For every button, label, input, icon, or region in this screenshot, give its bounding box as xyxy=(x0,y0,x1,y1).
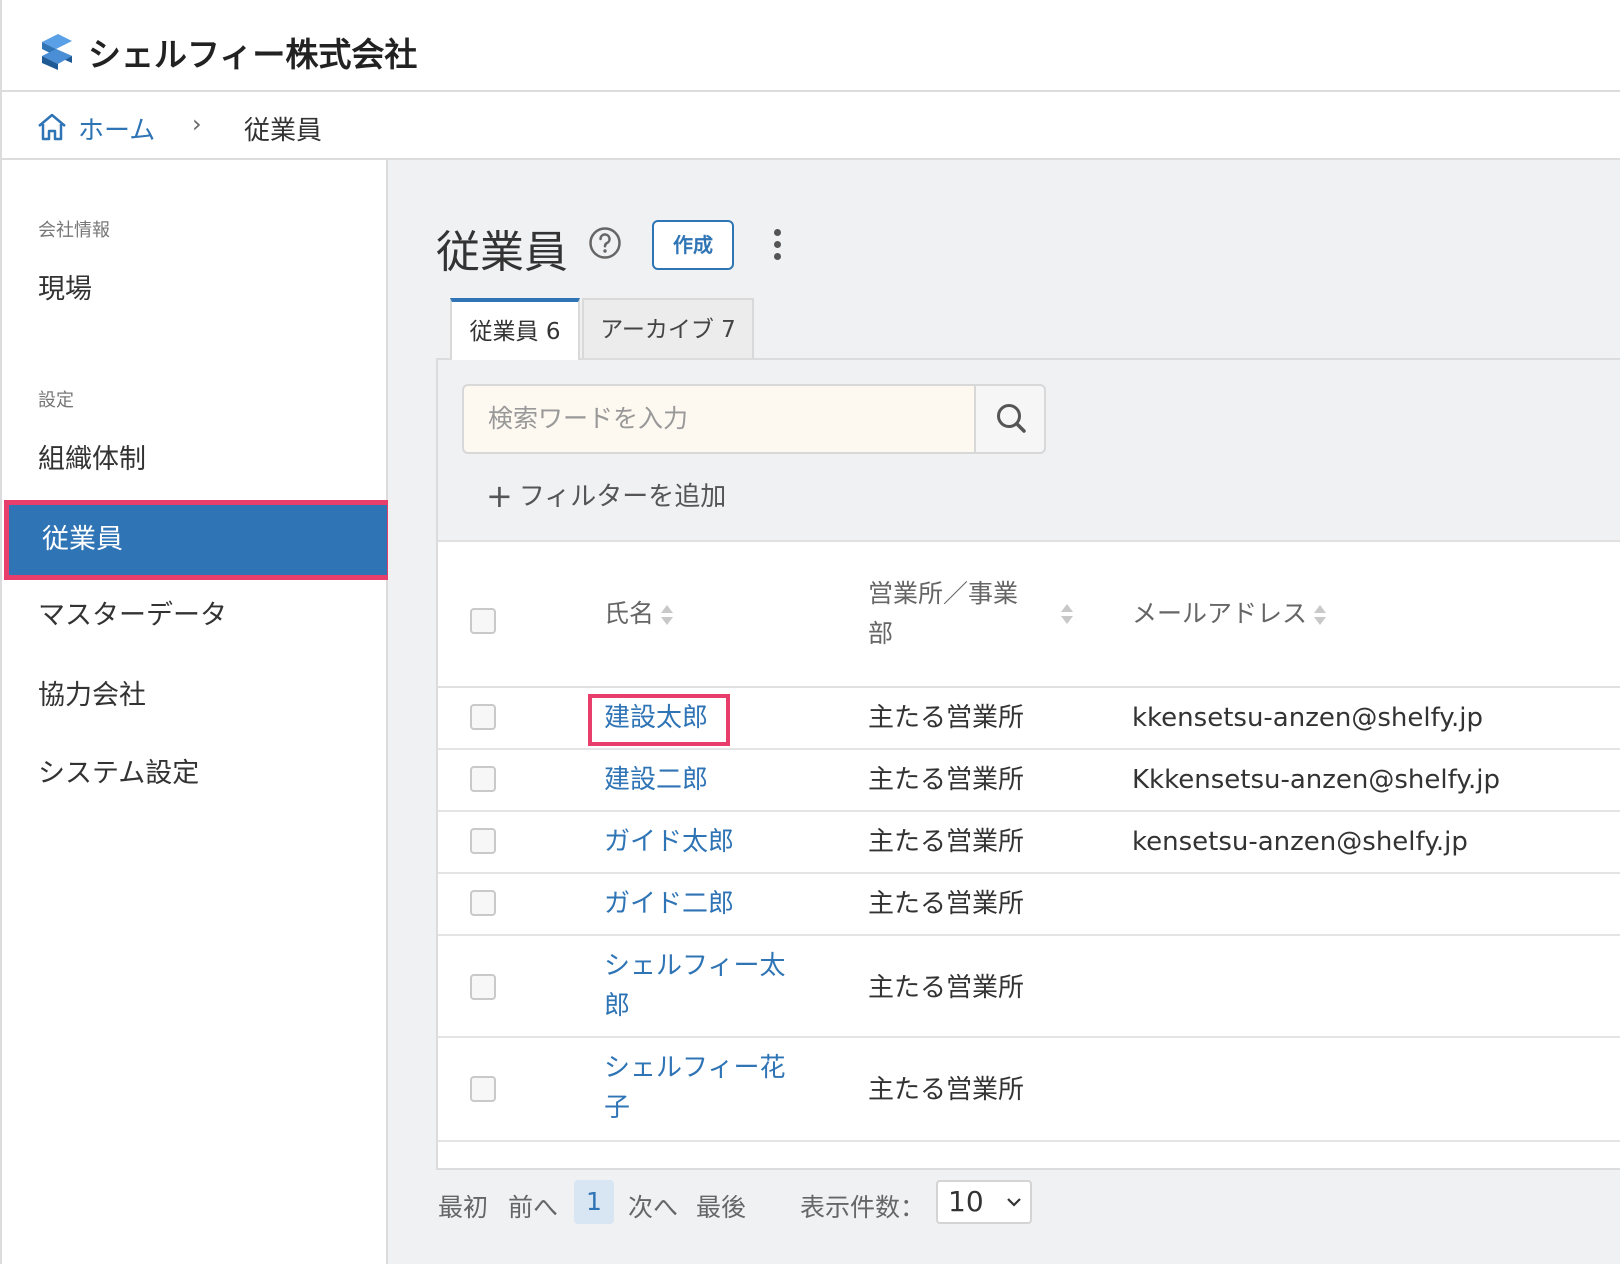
row-checkbox[interactable] xyxy=(470,890,496,916)
breadcrumb-current: 従業員 xyxy=(244,116,323,146)
column-header-name-label: 氏名 xyxy=(604,599,655,628)
employee-office: 主たる営業所 xyxy=(868,973,1025,1003)
sidebar-section-settings: 設定 xyxy=(38,390,74,411)
sidebar-item-employees[interactable]: 従業員 xyxy=(4,500,392,580)
home-icon[interactable] xyxy=(36,112,68,142)
sort-icon xyxy=(1314,605,1327,625)
employee-name-line1: シェルフィー花 xyxy=(604,1053,786,1083)
table-row[interactable]: 建設二郎 主たる営業所 Kkkensetsu-anzen@shelfy.jp xyxy=(438,750,1620,812)
employee-email: kensetsu-anzen@shelfy.jp xyxy=(1132,827,1468,857)
pager-first[interactable]: 最初 xyxy=(438,1188,488,1224)
table-row[interactable]: ガイド太郎 主たる営業所 kensetsu-anzen@shelfy.jp xyxy=(438,812,1620,874)
table-row[interactable]: シェルフィー花 子 主たる営業所 xyxy=(438,1038,1620,1142)
tab-archive[interactable]: アーカイブ 7 xyxy=(582,298,754,358)
employee-name-line2: 郎 xyxy=(604,991,631,1021)
pager-prev[interactable]: 前へ xyxy=(508,1188,558,1224)
row-checkbox[interactable] xyxy=(470,704,496,730)
column-header-office[interactable]: 営業所／事業 部 xyxy=(868,574,1018,654)
add-filter-label: フィルターを追加 xyxy=(518,482,727,512)
sidebar-item-partners[interactable]: 協力会社 xyxy=(2,658,388,734)
employee-name-link[interactable]: ガイド太郎 xyxy=(604,822,734,862)
employee-name-line2: 子 xyxy=(604,1093,631,1123)
column-header-email-label: メールアドレス xyxy=(1132,599,1308,628)
employee-name-link[interactable]: 建設太郎 xyxy=(604,698,708,738)
breadcrumb: ホーム › 従業員 xyxy=(0,92,1620,160)
employee-email: kkensetsu-anzen@shelfy.jp xyxy=(1132,703,1483,733)
row-checkbox[interactable] xyxy=(470,974,496,1000)
employee-name-link[interactable]: 建設二郎 xyxy=(604,760,708,800)
more-options-icon[interactable] xyxy=(772,226,782,266)
employee-office: 主たる営業所 xyxy=(868,1075,1025,1105)
per-page-label: 表示件数： xyxy=(800,1193,926,1222)
employee-name-link[interactable]: シェルフィー花 子 xyxy=(604,1048,785,1128)
breadcrumb-home-link[interactable]: ホーム xyxy=(78,110,155,147)
add-filter-button[interactable]: + フィルターを追加 xyxy=(486,476,726,515)
sidebar-item-organization[interactable]: 組織体制 xyxy=(2,422,388,498)
breadcrumb-separator: › xyxy=(192,110,202,138)
sidebar: 会社情報 現場 設定 組織体制 従業員 マスターデータ 協力会社 システム設定 xyxy=(0,160,392,1264)
search-icon xyxy=(997,404,1026,433)
app-header: シェルフィー株式会社 xyxy=(0,0,1620,92)
pager-last[interactable]: 最後 xyxy=(696,1188,746,1224)
employee-office: 主たる営業所 xyxy=(868,765,1025,795)
table-header: 氏名 営業所／事業 部 メールアドレス xyxy=(438,542,1620,688)
employee-name-link[interactable]: シェルフィー太 郎 xyxy=(604,946,785,1026)
per-page-select[interactable]: 10 xyxy=(936,1180,1032,1224)
table-row[interactable]: シェルフィー太 郎 主たる営業所 xyxy=(438,936,1620,1038)
sidebar-item-system-settings[interactable]: システム設定 xyxy=(2,736,388,812)
pager-current-page[interactable]: 1 xyxy=(574,1180,614,1224)
sort-icon[interactable] xyxy=(1060,602,1074,626)
page-title: 従業員 xyxy=(436,227,568,278)
search-button[interactable] xyxy=(974,384,1046,454)
pagination: 最初 前へ 1 次へ 最後 表示件数： 10 xyxy=(438,1180,1138,1226)
row-checkbox[interactable] xyxy=(470,1076,496,1102)
create-button[interactable]: 作成 xyxy=(652,220,734,270)
employee-name-link[interactable]: ガイド二郎 xyxy=(604,884,734,924)
help-icon[interactable] xyxy=(588,226,622,260)
chevron-down-icon xyxy=(1007,1198,1021,1207)
per-page-value: 10 xyxy=(948,1185,984,1218)
row-checkbox[interactable] xyxy=(470,828,496,854)
select-all-checkbox[interactable] xyxy=(470,608,496,634)
employee-office: 主たる営業所 xyxy=(868,889,1025,919)
sort-icon xyxy=(661,605,674,625)
column-header-office-line1: 営業所／事業 xyxy=(868,579,1019,608)
table-row[interactable]: ガイド二郎 主たる営業所 xyxy=(438,874,1620,936)
search-input[interactable]: 検索ワードを入力 xyxy=(462,384,974,454)
column-header-name[interactable]: 氏名 xyxy=(604,594,674,634)
employee-email: Kkkensetsu-anzen@shelfy.jp xyxy=(1132,765,1500,795)
column-header-email[interactable]: メールアドレス xyxy=(1132,594,1327,634)
column-header-office-line2: 部 xyxy=(868,619,894,648)
sidebar-item-master-data[interactable]: マスターデータ xyxy=(2,578,388,654)
company-name: シェルフィー株式会社 xyxy=(88,35,418,74)
row-checkbox[interactable] xyxy=(470,766,496,792)
employee-name-line1: シェルフィー太 xyxy=(604,951,786,981)
employee-office: 主たる営業所 xyxy=(868,827,1025,857)
tab-employees[interactable]: 従業員 6 xyxy=(450,298,580,360)
pager-next[interactable]: 次へ xyxy=(628,1188,678,1224)
shelfy-logo-icon xyxy=(42,34,72,70)
filter-area: 検索ワードを入力 + フィルターを追加 xyxy=(438,360,1620,542)
employee-office: 主たる営業所 xyxy=(868,703,1025,733)
plus-icon: + xyxy=(486,477,513,515)
sidebar-section-company: 会社情報 xyxy=(38,220,110,241)
table-row[interactable]: 建設太郎 主たる営業所 kkensetsu-anzen@shelfy.jp xyxy=(438,688,1620,750)
sidebar-item-sites[interactable]: 現場 xyxy=(2,252,388,328)
main-content: 従業員 作成 従業員 6 アーカイブ 7 検索ワードを入力 + フィルターを追加 … xyxy=(388,160,1620,1264)
employee-list-panel: 検索ワードを入力 +フィルターを追加 氏名 営業所／事業 部 メールアドレス xyxy=(436,358,1620,1170)
